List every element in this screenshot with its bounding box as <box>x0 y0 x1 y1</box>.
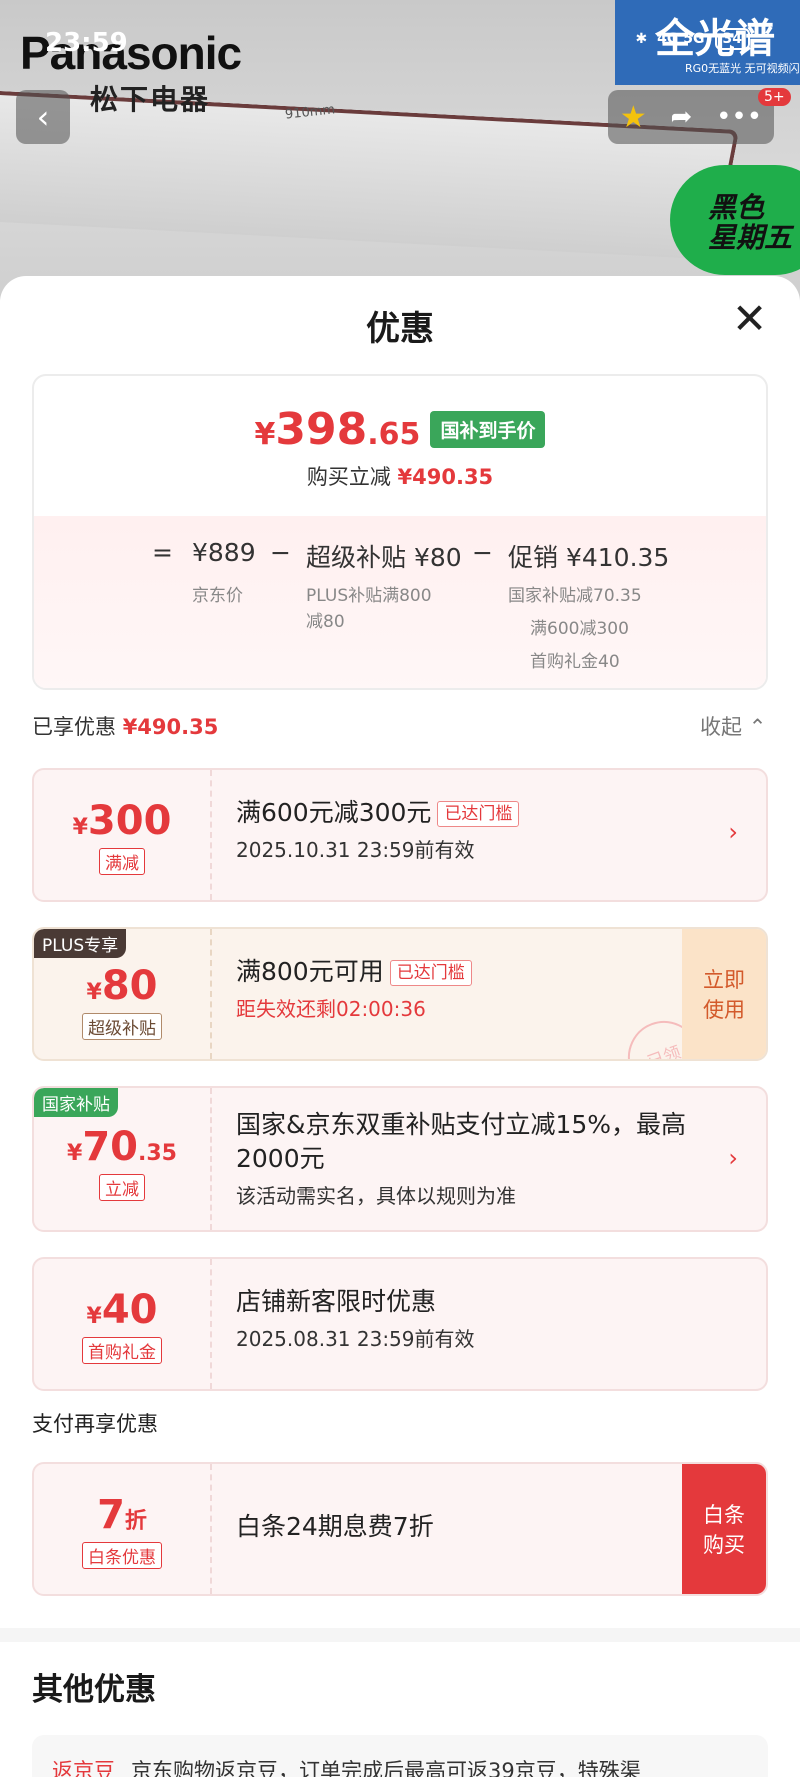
product-image-background: Panasonic 松下电器 910mm 全光谱 RG0无蓝光 无可视频闪 黑色 … <box>0 0 800 300</box>
gov-subsidy-tag: 国家补贴 <box>34 1088 118 1117</box>
coupon-card-gov-subsidy[interactable]: 国家补贴 ¥70.35 立减 国家&京东双重补贴支付立减15%，最高2000元该活… <box>32 1086 768 1232</box>
enjoyed-amount: ¥490.35 <box>122 715 219 739</box>
coupon-amount: 80 <box>101 963 158 1009</box>
coupon-title: 满800元可用 <box>236 957 384 986</box>
coupon-expiry: 2025.10.31 23:59前有效 <box>236 838 475 862</box>
plus-exclusive-tag: PLUS专享 <box>34 929 127 958</box>
favorite-star-icon[interactable]: ★ <box>620 100 647 135</box>
share-icon[interactable]: ➦ <box>671 102 693 132</box>
promo-corner-subtext: RG0无蓝光 无可视频闪 <box>685 62 800 75</box>
coupon-card-full-reduction[interactable]: ¥300 满减 满600元减300元 已达门槛 2025.10.31 23:59前有效… <box>32 768 768 902</box>
collapse-label: 收起 <box>700 715 742 739</box>
coupon-amount: 40 <box>101 1287 158 1333</box>
promo-caption-2: 满600减300 <box>530 619 629 639</box>
promotion-value: 促销 ¥410.35 <box>508 543 670 572</box>
threshold-reached-tag: 已达门槛 <box>437 801 520 827</box>
coupon-note: 该活动需实名，具体以规则为准 <box>236 1184 516 1208</box>
coupon-type-tag: 立减 <box>99 1174 145 1201</box>
baitiao-discount-card: 7 折白条优惠 白条24期息费7折 白条 购买 <box>32 1462 768 1596</box>
chevron-left-icon: ‹ <box>36 98 50 136</box>
total-discount-line: 购买立减 ¥490.35 <box>34 461 766 491</box>
message-count-badge: 5+ <box>758 88 791 106</box>
threshold-reached-tag: 已达门槛 <box>389 960 472 986</box>
price-summary-card: ¥398.65 国补到手价 购买立减 ¥490.35 = ¥889 − 超级补贴… <box>32 374 768 690</box>
coupon-expiry: 2025.08.31 23:59前有效 <box>236 1327 475 1351</box>
use-now-button[interactable]: 立即 使用 <box>682 929 766 1059</box>
discount-unit: 折 <box>124 1509 147 1534</box>
status-time: 23:59 <box>45 28 128 58</box>
coupon-yen: ¥ <box>86 1304 102 1329</box>
back-button[interactable]: ‹ <box>16 90 70 144</box>
minus-sign-1: − <box>270 538 291 567</box>
bluetooth-icon: ✱ <box>635 31 648 47</box>
price-decimal: .65 <box>367 417 421 452</box>
coupon-title: 店铺新客限时优惠 <box>236 1287 437 1316</box>
final-price: ¥398.65 国补到手价 <box>34 404 766 455</box>
chevron-right-icon: › <box>728 818 738 846</box>
promo-caption-3: 首购礼金40 <box>530 652 620 672</box>
gov-subsidy-price-tag: 国补到手价 <box>430 411 546 448</box>
discount-sheet: 优惠 ✕ ¥398.65 国补到手价 购买立减 ¥490.35 = ¥889 −… <box>0 276 800 1777</box>
coupon-type-tag: 超级补贴 <box>82 1013 162 1040</box>
coupon-card-plus-subsidy: PLUS专享 ¥80 超级补贴 满800元可用 已达门槛 距失效还剩02:00:36 … <box>32 927 768 1061</box>
super-subsidy-value: 超级补贴 ¥80 <box>306 543 462 572</box>
coupon-amount: 300 <box>87 798 172 844</box>
price-breakdown: = ¥889 − 超级补贴 ¥80 − 促销 ¥410.35 京东价 PLUS补… <box>34 516 766 688</box>
baitiao-tag: 白条优惠 <box>82 1542 162 1569</box>
coupon-yen: ¥ <box>86 980 102 1005</box>
discount-prefix: 购买立减 <box>306 465 391 489</box>
jingdou-tag: 返京豆 <box>52 1759 115 1777</box>
coupon-amount-decimal: .35 <box>138 1141 177 1166</box>
super-caption-2: 减80 <box>306 612 345 632</box>
black-friday-badge: 黑色 星期五 <box>670 165 800 275</box>
price-integer: 398 <box>275 404 368 455</box>
equals-sign: = <box>152 538 173 567</box>
top-actions: ★ ➦ ••• <box>608 90 774 144</box>
collapse-toggle[interactable]: 收起 ⌃ <box>700 711 766 741</box>
coupon-type-tag: 满减 <box>99 848 145 875</box>
close-icon[interactable]: ✕ <box>732 298 767 340</box>
discount-total: ¥490.35 <box>397 465 494 489</box>
coupon-amount: 70 <box>82 1124 138 1170</box>
jingdou-text: 京东购物返京豆，订单完成后最高可返39京豆，特殊渠 <box>131 1759 641 1777</box>
chevron-right-icon: › <box>728 1144 738 1172</box>
more-icon[interactable]: ••• <box>716 102 762 132</box>
section-divider <box>0 1628 800 1642</box>
coupon-yen: ¥ <box>67 1141 83 1166</box>
other-discounts-title: 其他优惠 <box>32 1672 156 1708</box>
jd-price: ¥889 <box>192 538 256 567</box>
enjoyed-discount-header: 已享优惠 ¥490.35 <box>32 711 218 741</box>
signal-icon: 4G 5G <box>657 31 705 47</box>
discount-rate: 7 <box>97 1492 125 1538</box>
minus-sign-2: − <box>472 538 493 567</box>
coupon-type-tag: 首购礼金 <box>82 1337 162 1364</box>
brand-sub-logo: 松下电器 <box>90 83 211 116</box>
promo-caption-1: 国家补贴减70.35 <box>508 586 642 606</box>
battery-icon: 34 <box>714 28 750 50</box>
jingdou-rebate-row[interactable]: 返京豆 京东购物返京豆，订单完成后最高可返39京豆，特殊渠 <box>32 1735 768 1777</box>
coupon-title: 国家&京东双重补贴支付立减15%，最高2000元 <box>236 1110 687 1173</box>
enjoyed-label: 已享优惠 <box>32 715 116 739</box>
coupon-title: 满600元减300元 <box>236 798 432 827</box>
coupon-countdown: 距失效还剩02:00:36 <box>236 997 426 1021</box>
baitiao-buy-button[interactable]: 白条 购买 <box>682 1464 766 1594</box>
coupon-card-first-purchase: ¥40 首购礼金 店铺新客限时优惠 2025.08.31 23:59前有效 <box>32 1257 768 1391</box>
coupon-yen: ¥ <box>72 815 88 840</box>
status-icons: ✱ 4G 5G 34 <box>635 28 750 50</box>
sheet-title: 优惠 <box>366 309 434 349</box>
chevron-up-icon: ⌃ <box>748 715 767 739</box>
baitiao-description: 白条24期息费7折 <box>236 1512 434 1541</box>
price-yen: ¥ <box>254 417 276 452</box>
pay-discount-header: 支付再享优惠 <box>32 1412 158 1436</box>
jd-price-caption: 京东价 <box>192 586 243 606</box>
